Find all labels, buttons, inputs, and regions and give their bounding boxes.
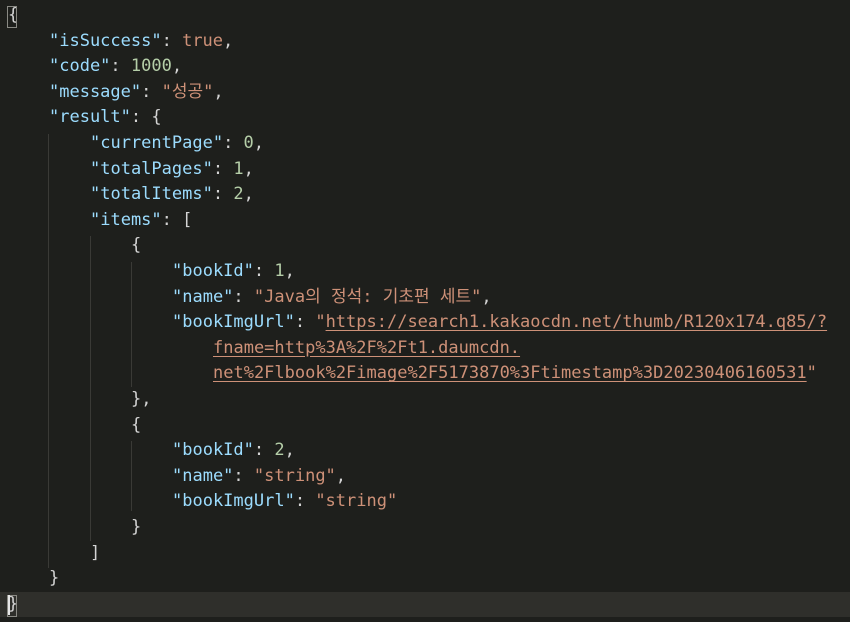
- url-link[interactable]: net%2Flbook%2Fimage%2F5173870%3Ftimestam…: [213, 363, 807, 383]
- code-line[interactable]: ]: [0, 541, 850, 567]
- code-token: 0: [243, 133, 254, 153]
- code-line[interactable]: "items": [: [0, 208, 850, 234]
- code-token: },: [131, 389, 152, 409]
- code-line[interactable]: {: [0, 233, 850, 259]
- code-token: true: [182, 30, 224, 51]
- code-token: :: [294, 491, 316, 512]
- code-line[interactable]: net%2Flbook%2Fimage%2F5173870%3Ftimestam…: [0, 361, 850, 387]
- code-token: :: [233, 465, 254, 486]
- code-token: :: [294, 312, 316, 333]
- code-token: "bookId": [172, 440, 254, 461]
- code-token: ,: [171, 56, 183, 77]
- code-line[interactable]: "name": "Java의 정석: 기초편 세트",: [0, 285, 850, 311]
- code-token: 1: [274, 261, 285, 281]
- code-line[interactable]: "totalPages": 1,: [0, 157, 850, 183]
- url-link[interactable]: fname=http%3A%2F%2Ft1.daumcdn.: [213, 338, 520, 358]
- code-token: 1: [233, 158, 244, 179]
- code-line[interactable]: fname=http%3A%2F%2Ft1.daumcdn.: [0, 336, 850, 362]
- bracket-match-highlight: [7, 6, 17, 28]
- code-token: "성공": [161, 81, 214, 102]
- code-token: "bookImgUrl": [172, 312, 295, 333]
- code-token: }: [49, 568, 60, 589]
- code-token: "items": [90, 209, 162, 230]
- code-token: ,: [284, 261, 295, 281]
- code-token: :: [161, 30, 183, 51]
- code-token: :: [223, 133, 244, 153]
- code-line[interactable]: "message": "성공",: [0, 80, 850, 106]
- code-token: 1000: [130, 56, 172, 77]
- code-line[interactable]: "bookImgUrl": "string": [0, 489, 850, 515]
- code-token: "isSuccess": [49, 30, 162, 51]
- code-token: "totalItems": [90, 184, 213, 205]
- code-line[interactable]: }: [0, 515, 850, 541]
- code-token: "currentPage": [90, 133, 224, 153]
- code-line[interactable]: "currentPage": 0,: [0, 131, 850, 157]
- code-token: ,: [335, 465, 347, 486]
- code-token: :: [110, 56, 131, 77]
- code-token: 2: [233, 184, 244, 205]
- code-token: ,: [253, 133, 265, 153]
- code-token: "totalPages": [90, 158, 213, 179]
- code-token: ": [315, 312, 326, 333]
- code-token: ,: [213, 81, 224, 102]
- code-token: 2: [274, 440, 285, 461]
- code-editor[interactable]: {"isSuccess": true, "code": 1000, "message…: [0, 0, 850, 622]
- text-cursor: [8, 594, 10, 615]
- code-token: ,: [243, 184, 254, 205]
- code-token: "name": [172, 286, 234, 307]
- code-token: :: [141, 81, 162, 102]
- code-token: "message": [49, 81, 142, 102]
- url-link[interactable]: https://search1.kakaocdn.net/thumb/R120x…: [326, 312, 828, 332]
- code-token: "name": [172, 465, 234, 486]
- code-token: :: [253, 440, 275, 461]
- code-line[interactable]: "name": "string",: [0, 464, 850, 490]
- code-token: : [: [161, 209, 193, 230]
- code-line[interactable]: {: [0, 413, 850, 439]
- code-token: "bookId": [172, 261, 254, 281]
- code-token: "result": [49, 107, 131, 128]
- code-token: ": [806, 363, 817, 384]
- code-token: "string": [253, 465, 336, 486]
- code-line[interactable]: },: [0, 387, 850, 413]
- code-token: :: [253, 261, 275, 281]
- code-line[interactable]: "isSuccess": true,: [0, 29, 850, 55]
- code-token: "Java의 정석: 기초편 세트": [253, 286, 482, 307]
- code-token: :: [233, 286, 254, 307]
- code-token: {: [131, 414, 142, 435]
- code-line[interactable]: "code": 1000,: [0, 54, 850, 80]
- code-line[interactable]: "totalItems": 2,: [0, 182, 850, 208]
- code-token: "bookImgUrl": [172, 491, 295, 512]
- code-line[interactable]: }: [0, 566, 850, 592]
- code-token: ,: [284, 440, 295, 461]
- code-line[interactable]: {: [0, 3, 850, 29]
- code-line[interactable]: "bookImgUrl": "https://search1.kakaocdn.…: [0, 310, 850, 336]
- code-line[interactable]: }: [0, 591, 850, 618]
- code-token: :: [212, 158, 234, 179]
- code-token: "string": [315, 491, 398, 512]
- code-token: : {: [130, 107, 162, 128]
- code-token: :: [212, 184, 234, 205]
- code-token: {: [131, 235, 142, 256]
- code-token: }: [131, 517, 142, 537]
- code-line[interactable]: "bookId": 2,: [0, 438, 850, 464]
- code-token: ,: [223, 30, 234, 51]
- code-token: "code": [49, 56, 111, 77]
- code-line[interactable]: "bookId": 1,: [0, 259, 850, 285]
- code-token: ,: [243, 158, 254, 179]
- code-line[interactable]: "result": {: [0, 105, 850, 131]
- code-token: ]: [90, 542, 101, 563]
- code-token: ,: [481, 286, 492, 307]
